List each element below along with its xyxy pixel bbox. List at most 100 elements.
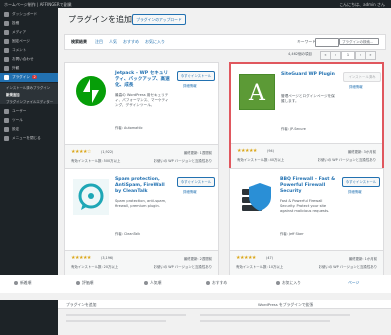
submenu-label: プラグインファイルエディター xyxy=(6,99,54,104)
sidebar-item-label: お問い合わせ xyxy=(12,57,34,61)
bullet-icon xyxy=(14,281,18,285)
sidebar-item-contact[interactable]: お問い合わせ xyxy=(0,55,58,64)
brush-icon xyxy=(4,66,9,71)
plugin-name-link[interactable]: Spam protection, AntiSpam, FireWall by C… xyxy=(115,177,171,195)
settings-icon xyxy=(4,127,9,132)
plugin-name-link[interactable]: Jetpack – WP セキュリティ、バックアップ、高速化、成長 xyxy=(115,71,171,89)
bullet-icon xyxy=(144,281,148,285)
sidebar-item-label: 外観 xyxy=(12,66,20,70)
sidebar-item-users[interactable]: ユーザー xyxy=(0,107,58,116)
second-sidebar xyxy=(0,300,58,335)
more-details-link[interactable]: 詳細情報 xyxy=(349,84,363,89)
speech-bubble-icon[interactable] xyxy=(73,179,109,215)
second-header: プラグインを追加 WordPress をプラグインで拡張 xyxy=(58,300,391,309)
submenu-plugin-editor[interactable]: プラグインファイルエディター xyxy=(0,97,58,104)
tab-favorites[interactable]: お気に入り xyxy=(145,39,165,45)
bottom-item-label: 人気順 xyxy=(150,280,162,285)
plugin-author[interactable]: 作者: JP-Secure xyxy=(281,126,306,131)
plugin-author[interactable]: 作者: CleanTalk xyxy=(115,231,140,236)
current-page-input[interactable]: 1 xyxy=(341,51,355,60)
sidebar-item-tools[interactable]: ツール xyxy=(0,116,58,125)
last-page-button[interactable]: » xyxy=(365,51,376,60)
sidebar-item-label: メニューを閉じる xyxy=(12,136,41,140)
more-details-link[interactable]: 詳細情報 xyxy=(348,189,362,194)
upload-plugin-button[interactable]: プラグインのアップロード xyxy=(132,14,186,25)
sidebar-item-label: ユーザー xyxy=(12,109,27,113)
bottom-item-new[interactable]: 新着順 xyxy=(14,280,31,286)
submenu-add-new[interactable]: 新規追加 xyxy=(0,90,58,97)
more-details-link[interactable]: 詳細情報 xyxy=(183,83,197,88)
main-content: プラグインを追加 プラグインのアップロード 検索結果 注目 人気 おすすめ お気… xyxy=(58,8,391,276)
svg-text:A: A xyxy=(248,81,266,106)
sidebar-item-appearance[interactable]: 外観 xyxy=(0,64,58,73)
pin-icon xyxy=(4,21,9,26)
user-icon xyxy=(4,109,9,114)
bottom-item-page[interactable]: ページ xyxy=(348,280,359,286)
sidebar-item-settings[interactable]: 設定 xyxy=(0,125,58,134)
bullet-icon xyxy=(276,281,280,285)
plugin-filter-bar: 検索結果 注目 人気 おすすめ お気に入り キーワード プラグインの検索... xyxy=(64,34,386,50)
install-now-button[interactable]: 今すぐインストール xyxy=(177,71,215,81)
bullet-icon xyxy=(76,281,80,285)
server-shield-icon[interactable] xyxy=(238,179,274,215)
submenu-label: 新規追加 xyxy=(6,92,20,97)
rating-count[interactable]: (1,922) xyxy=(101,150,113,154)
bottom-item-label: おすすめ xyxy=(212,280,228,285)
site-name-link[interactable]: ホームページ制作 | AFFINGERで副業 xyxy=(4,2,72,8)
sidebar-item-posts[interactable]: 投稿 xyxy=(0,19,58,28)
bottom-item-recommended[interactable]: おすすめ xyxy=(206,280,227,286)
submenu-installed-plugins[interactable]: インストール済みプラグイン xyxy=(0,83,58,90)
tab-featured[interactable]: 注目 xyxy=(95,39,103,45)
submenu-label: インストール済みプラグイン xyxy=(6,85,51,90)
plugin-name-link[interactable]: BBQ Firewall – Fast & Powerful Firewall … xyxy=(280,177,336,195)
plugin-description: Fast & Powerful Firewall Security. Prote… xyxy=(280,199,330,213)
sidebar-item-comments[interactable]: コメント xyxy=(0,46,58,55)
bullet-icon xyxy=(206,281,210,285)
star-rating: ★★★★★ xyxy=(71,255,91,261)
prev-page-button[interactable]: ‹ xyxy=(330,51,341,60)
plugin-search-input[interactable]: プラグインの検索... xyxy=(339,38,379,45)
sidebar-item-label: 設定 xyxy=(12,127,20,131)
compatibility: お使いの WP バージョンと互換性あり xyxy=(153,159,212,163)
sidebar-item-label: ダッシュボード xyxy=(12,12,38,16)
last-updated: 最終更新: 1か月前 xyxy=(348,257,377,261)
bottom-item-favorites[interactable]: お気に入り xyxy=(276,280,301,286)
plugin-name-link[interactable]: SiteGuard WP Plugin xyxy=(281,72,337,78)
last-updated: 最終更新: 1週間前 xyxy=(183,151,212,155)
more-details-link[interactable]: 詳細情報 xyxy=(183,189,197,194)
placeholder-line xyxy=(66,320,166,322)
plugin-author[interactable]: 作者: Automattic xyxy=(115,125,143,130)
sidebar-item-dashboard[interactable]: ダッシュボード xyxy=(0,10,58,19)
sidebar-item-label: コメント xyxy=(12,48,27,52)
bottom-item-popular[interactable]: 人気順 xyxy=(144,280,161,286)
placeholder-line xyxy=(200,314,350,316)
bottom-item-label: お気に入り xyxy=(282,280,301,285)
plugin-author[interactable]: 作者: Jeff Starr xyxy=(280,231,304,236)
rating-count[interactable]: (94) xyxy=(267,149,274,153)
page-title: プラグインを追加 xyxy=(68,15,132,24)
sidebar-item-plugins[interactable]: プラグイン 2 xyxy=(0,73,58,82)
mail-icon xyxy=(4,57,9,62)
installed-button: インストール済み xyxy=(343,72,381,82)
dashboard-icon xyxy=(4,12,9,17)
rating-count[interactable]: (3,196) xyxy=(101,256,113,260)
tab-search-results[interactable]: 検索結果 xyxy=(71,39,87,45)
search-type-select[interactable] xyxy=(315,38,339,47)
install-now-button[interactable]: 今すぐインストール xyxy=(342,177,380,187)
sidebar-item-media[interactable]: メディア xyxy=(0,28,58,37)
sidebar-item-pages[interactable]: 固定ページ xyxy=(0,37,58,46)
install-now-button[interactable]: 今すぐインストール xyxy=(177,177,215,187)
collapse-icon xyxy=(4,136,9,141)
plugins-label: プラグイン xyxy=(12,75,30,79)
user-greeting[interactable]: こんにちは、admin さん xyxy=(339,2,385,8)
bottom-item-rating[interactable]: 評価順 xyxy=(76,280,93,286)
rating-count[interactable]: (47) xyxy=(266,256,273,260)
admin-sidebar: ダッシュボード 投稿 メディア 固定ページ コメント お問い合わせ 外観 プラグ… xyxy=(0,8,58,275)
tab-recommended[interactable]: おすすめ xyxy=(123,39,139,45)
plugin-card: BBQ Firewall – Fast & Powerful Firewall … xyxy=(229,168,384,276)
sidebar-item-label: 投稿 xyxy=(12,21,20,25)
sidebar-item-collapse[interactable]: メニューを閉じる xyxy=(0,134,58,143)
letter-a-icon[interactable]: A xyxy=(239,74,275,110)
jetpack-bolt-icon[interactable] xyxy=(73,73,109,109)
tab-popular[interactable]: 人気 xyxy=(109,39,117,45)
